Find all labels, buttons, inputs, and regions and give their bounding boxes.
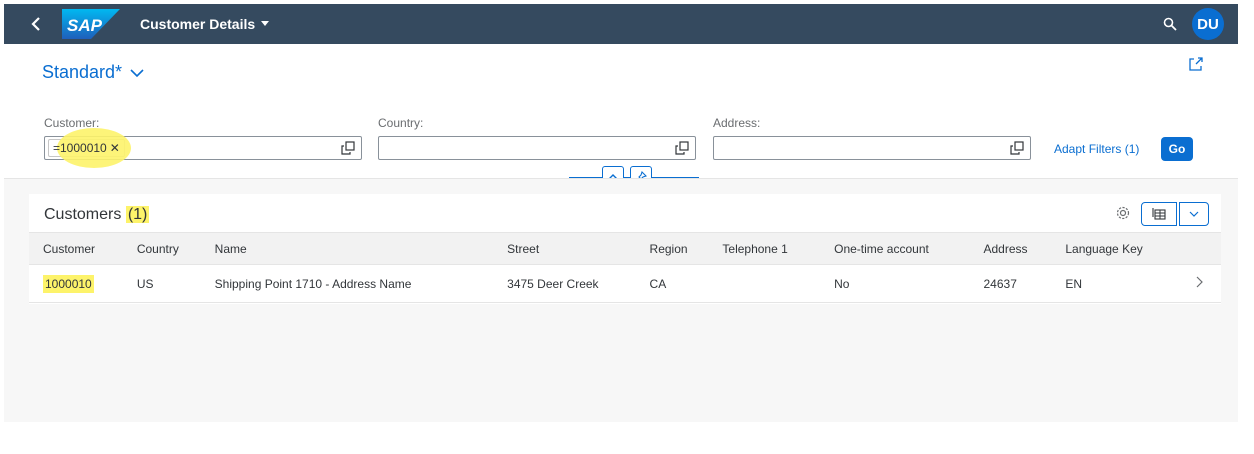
user-avatar[interactable]: DU (1192, 8, 1224, 40)
filter-label-address: Address: (713, 116, 761, 130)
col-address[interactable]: Address (970, 233, 1052, 265)
customer-token[interactable]: =1000010 ✕ (48, 128, 131, 168)
col-nav (1181, 233, 1221, 265)
col-customer[interactable]: Customer (29, 233, 123, 265)
cell-telephone (708, 265, 820, 303)
chevron-left-icon (31, 17, 40, 31)
export-menu-button[interactable] (1179, 202, 1209, 226)
filter-header: Standard* Customer: =1000010 ✕ Country: … (4, 44, 1238, 188)
cell-country: US (136, 276, 154, 291)
content-area: Customers (1) Customer Country Name Stre… (4, 178, 1238, 422)
country-input[interactable] (378, 136, 696, 160)
cell-name: Shipping Point 1710 - Address Name (214, 276, 412, 291)
search-icon (1163, 17, 1177, 31)
app-title: Customer Details (140, 16, 256, 32)
go-button[interactable]: Go (1161, 137, 1193, 161)
col-language-key[interactable]: Language Key (1051, 233, 1181, 265)
variant-selector[interactable]: Standard* (42, 62, 144, 83)
chevron-right-icon (1196, 276, 1203, 288)
customers-table: Customer Country Name Street Region Tele… (29, 232, 1221, 303)
col-one-time-account[interactable]: One-time account (820, 233, 969, 265)
variant-name: Standard* (42, 62, 123, 82)
chevron-down-icon (130, 68, 144, 77)
customer-token-text: =1000010 (53, 141, 107, 155)
value-help-icon[interactable] (1010, 141, 1024, 155)
cell-street: 3475 Deer Creek (507, 276, 599, 291)
value-help-icon[interactable] (675, 141, 689, 155)
token-remove-icon[interactable]: ✕ (110, 141, 120, 155)
cell-language-key: EN (1065, 276, 1083, 291)
chevron-down-icon (1189, 211, 1199, 217)
cell-customer: 1000010 (29, 265, 123, 303)
filter-country: Country: (378, 116, 696, 160)
svg-text:SAP: SAP (67, 16, 103, 35)
shell-bar: SAP Customer Details DU (4, 4, 1238, 44)
back-button[interactable] (18, 4, 54, 44)
table-header-row: Customer Country Name Street Region Tele… (29, 232, 1221, 265)
col-telephone[interactable]: Telephone 1 (708, 233, 820, 265)
customers-table-card: Customers (1) Customer Country Name Stre… (29, 194, 1221, 304)
export-button[interactable] (1141, 202, 1177, 226)
filter-label-country: Country: (378, 116, 424, 130)
share-button[interactable] (1188, 56, 1204, 77)
adapt-filters-button[interactable]: Adapt Filters (1) (1054, 142, 1139, 156)
sap-logo[interactable]: SAP (62, 9, 120, 39)
table-count: (1) (125, 206, 150, 223)
table-title: Customers (1) (44, 206, 150, 224)
filter-customer: Customer: =1000010 ✕ (44, 116, 362, 168)
cell-one-time-account: No (834, 276, 850, 291)
share-icon (1189, 57, 1203, 71)
app-title-menu[interactable]: Customer Details (140, 16, 270, 32)
address-input[interactable] (713, 136, 1031, 160)
cell-address: 24637 (983, 276, 1017, 291)
table-row[interactable]: 1000010 US Shipping Point 1710 - Address… (29, 265, 1221, 303)
col-name[interactable]: Name (201, 233, 494, 265)
value-help-icon[interactable] (341, 141, 355, 155)
search-button[interactable] (1152, 4, 1188, 44)
col-region[interactable]: Region (636, 233, 709, 265)
customer-input[interactable]: =1000010 ✕ (44, 128, 362, 168)
filter-address: Address: (713, 116, 1031, 160)
table-settings-button[interactable] (1115, 205, 1131, 226)
gear-icon (1116, 206, 1130, 220)
table-title-text: Customers (44, 206, 122, 223)
row-navigation[interactable] (1181, 265, 1221, 303)
caret-down-icon (261, 21, 270, 26)
col-street[interactable]: Street (493, 233, 635, 265)
export-spreadsheet-icon (1152, 208, 1166, 220)
col-country[interactable]: Country (123, 233, 201, 265)
customer-value: 1000010 (43, 274, 94, 293)
cell-region: CA (649, 276, 667, 291)
